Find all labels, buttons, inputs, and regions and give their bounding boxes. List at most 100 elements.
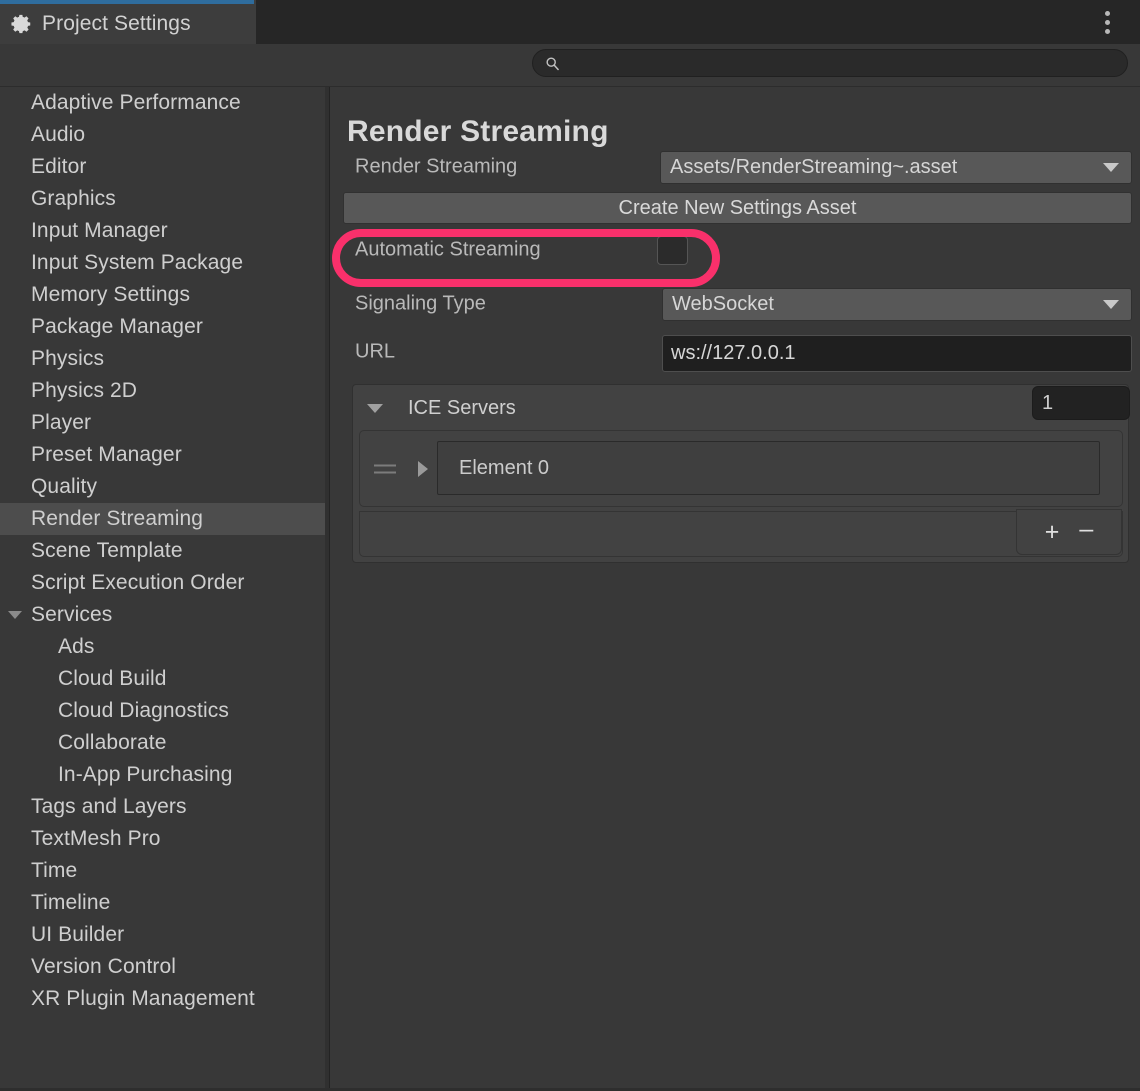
- ice-servers-item-row: Element 0: [359, 430, 1123, 507]
- sidebar-item-label: Tags and Layers: [0, 795, 187, 819]
- ice-servers-header[interactable]: ICE Servers: [353, 385, 1128, 431]
- sidebar-item-input-manager[interactable]: Input Manager: [0, 215, 325, 247]
- sidebar-item-render-streaming[interactable]: Render Streaming: [0, 503, 325, 535]
- sidebar-item-label: UI Builder: [0, 923, 124, 947]
- automatic-streaming-row: Automatic Streaming: [330, 230, 1140, 270]
- sidebar-item-label: Memory Settings: [0, 283, 190, 307]
- tab-strip: Project Settings: [0, 0, 1140, 44]
- sidebar-item-cloud-diagnostics[interactable]: Cloud Diagnostics: [0, 695, 325, 727]
- sidebar-item-label: Input System Package: [0, 251, 243, 275]
- sidebar-item-label: Script Execution Order: [0, 571, 244, 595]
- sidebar-item-quality[interactable]: Quality: [0, 471, 325, 503]
- sidebar-item-label: XR Plugin Management: [0, 987, 255, 1011]
- url-value: ws://127.0.0.1: [671, 342, 796, 365]
- sidebar-item-adaptive-performance[interactable]: Adaptive Performance: [0, 87, 325, 119]
- ice-servers-size-value: 1: [1042, 392, 1053, 415]
- url-input[interactable]: ws://127.0.0.1: [662, 335, 1132, 372]
- sidebar-item-label: Graphics: [0, 187, 116, 211]
- sidebar-item-label: Time: [0, 859, 77, 883]
- sidebar-item-label: Audio: [0, 123, 85, 147]
- sidebar-item-time[interactable]: Time: [0, 855, 325, 887]
- sidebar-item-physics[interactable]: Physics: [0, 343, 325, 375]
- create-new-settings-asset-label: Create New Settings Asset: [619, 197, 857, 220]
- remove-ice-server-button[interactable]: –: [1079, 517, 1093, 542]
- project-settings-window: Project Settings Adaptive Performance Aud…: [0, 0, 1140, 1091]
- chevron-right-icon[interactable]: [418, 461, 428, 477]
- ice-server-element-0[interactable]: Element 0: [437, 441, 1100, 495]
- kebab-dot: [1105, 29, 1110, 34]
- sidebar-item-ads[interactable]: Ads: [0, 631, 325, 663]
- signaling-type-label: Signaling Type: [355, 293, 486, 316]
- sidebar-item-label: Physics: [0, 347, 104, 371]
- sidebar-item-label: In-App Purchasing: [0, 763, 232, 787]
- sidebar-item-label: Physics 2D: [0, 379, 137, 403]
- render-streaming-asset-dropdown[interactable]: Assets/RenderStreaming~.asset: [660, 151, 1132, 184]
- automatic-streaming-label: Automatic Streaming: [355, 239, 541, 262]
- sidebar-item-services[interactable]: Services: [0, 599, 325, 631]
- sidebar-item-label: Editor: [0, 155, 86, 179]
- sidebar-item-player[interactable]: Player: [0, 407, 325, 439]
- chevron-down-icon: [1103, 163, 1119, 172]
- drag-handle-icon[interactable]: [374, 464, 396, 473]
- sidebar-item-package-manager[interactable]: Package Manager: [0, 311, 325, 343]
- url-row: URL ws://127.0.0.1: [330, 332, 1140, 372]
- search-input[interactable]: [567, 55, 1107, 71]
- chevron-down-icon[interactable]: [8, 611, 22, 619]
- gear-icon: [11, 13, 33, 35]
- sidebar-item-ui-builder[interactable]: UI Builder: [0, 919, 325, 951]
- render-streaming-settings-panel: Render Streaming Render Streaming Assets…: [330, 87, 1140, 1088]
- sidebar-item-audio[interactable]: Audio: [0, 119, 325, 151]
- search-icon: [545, 56, 560, 71]
- sidebar-item-in-app-purchasing[interactable]: In-App Purchasing: [0, 759, 325, 791]
- sidebar-item-script-execution-order[interactable]: Script Execution Order: [0, 567, 325, 599]
- ice-server-element-0-label: Element 0: [459, 457, 549, 480]
- sidebar-item-label: Timeline: [0, 891, 110, 915]
- sidebar-item-label: Ads: [0, 635, 95, 659]
- signaling-type-dropdown[interactable]: WebSocket: [662, 288, 1132, 321]
- ice-servers-size-input[interactable]: 1: [1032, 386, 1130, 420]
- render-streaming-asset-row: Render Streaming Assets/RenderStreaming~…: [330, 147, 1140, 187]
- sidebar-item-cloud-build[interactable]: Cloud Build: [0, 663, 325, 695]
- sidebar-item-label: Package Manager: [0, 315, 203, 339]
- tab-project-settings[interactable]: Project Settings: [0, 0, 256, 44]
- sidebar-item-collaborate[interactable]: Collaborate: [0, 727, 325, 759]
- sidebar-item-preset-manager[interactable]: Preset Manager: [0, 439, 325, 471]
- render-streaming-asset-label: Render Streaming: [355, 156, 517, 179]
- sidebar-item-label: Collaborate: [0, 731, 167, 755]
- sidebar-item-label: Input Manager: [0, 219, 168, 243]
- settings-category-list[interactable]: Adaptive Performance Audio Editor Graphics I…: [0, 87, 325, 1088]
- sidebar-item-input-system-package[interactable]: Input System Package: [0, 247, 325, 279]
- create-new-settings-asset-button[interactable]: Create New Settings Asset: [343, 192, 1132, 224]
- render-streaming-asset-value: Assets/RenderStreaming~.asset: [661, 156, 957, 179]
- search-field[interactable]: [532, 49, 1128, 77]
- ice-servers-label: ICE Servers: [408, 397, 516, 420]
- sidebar-item-label: Version Control: [0, 955, 176, 979]
- sidebar-item-label: Cloud Build: [0, 667, 167, 691]
- sidebar-item-editor[interactable]: Editor: [0, 151, 325, 183]
- kebab-menu-icon[interactable]: [1096, 7, 1118, 37]
- add-ice-server-button[interactable]: +: [1045, 520, 1060, 545]
- sidebar-item-physics-2d[interactable]: Physics 2D: [0, 375, 325, 407]
- sidebar-item-memory-settings[interactable]: Memory Settings: [0, 279, 325, 311]
- signaling-type-value: WebSocket: [663, 293, 774, 316]
- ice-servers-footer: + –: [359, 511, 1123, 557]
- automatic-streaming-checkbox[interactable]: [657, 236, 688, 265]
- sidebar-item-graphics[interactable]: Graphics: [0, 183, 325, 215]
- sidebar-item-version-control[interactable]: Version Control: [0, 951, 325, 983]
- sidebar-item-xr-plugin-management[interactable]: XR Plugin Management: [0, 983, 325, 1015]
- tab-title: Project Settings: [42, 12, 191, 36]
- sidebar-item-label: Render Streaming: [0, 507, 203, 531]
- url-label: URL: [355, 341, 395, 364]
- sidebar-item-label: Quality: [0, 475, 97, 499]
- tab-label-row: Project Settings: [0, 4, 191, 44]
- kebab-dot: [1105, 20, 1110, 25]
- sidebar-item-tags-and-layers[interactable]: Tags and Layers: [0, 791, 325, 823]
- sidebar-item-timeline[interactable]: Timeline: [0, 887, 325, 919]
- sidebar-item-scene-template[interactable]: Scene Template: [0, 535, 325, 567]
- sidebar-item-label: Player: [0, 411, 91, 435]
- kebab-dot: [1105, 11, 1110, 16]
- sidebar-item-label: Scene Template: [0, 539, 183, 563]
- sidebar-item-textmesh-pro[interactable]: TextMesh Pro: [0, 823, 325, 855]
- chevron-down-icon[interactable]: [367, 404, 383, 413]
- drag-line: [374, 471, 396, 473]
